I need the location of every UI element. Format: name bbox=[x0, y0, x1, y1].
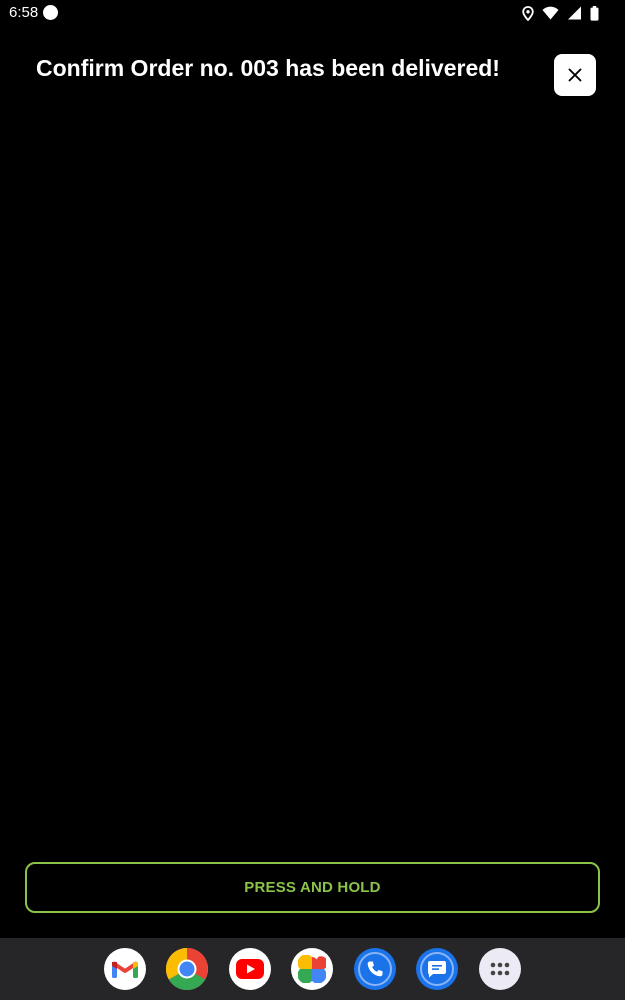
close-icon bbox=[568, 68, 582, 82]
wifi-icon bbox=[542, 6, 559, 20]
signal-icon bbox=[568, 6, 581, 20]
youtube-icon[interactable] bbox=[229, 948, 271, 990]
messages-icon[interactable] bbox=[416, 948, 458, 990]
page-title: Confirm Order no. 003 has been delivered… bbox=[36, 55, 500, 81]
notification-dot-icon bbox=[43, 5, 58, 20]
gmail-icon[interactable] bbox=[104, 948, 146, 990]
phone-icon[interactable] bbox=[354, 948, 396, 990]
close-button[interactable] bbox=[554, 54, 596, 96]
press-and-hold-label: PRESS AND HOLD bbox=[244, 879, 381, 896]
status-bar: 6:58 bbox=[0, 0, 625, 26]
status-icons bbox=[522, 5, 599, 21]
app-dock bbox=[0, 938, 625, 1000]
chrome-icon[interactable] bbox=[166, 948, 208, 990]
press-and-hold-button[interactable]: PRESS AND HOLD bbox=[25, 862, 600, 913]
location-icon bbox=[522, 5, 534, 21]
battery-icon bbox=[590, 5, 599, 21]
app-drawer-icon[interactable] bbox=[479, 948, 521, 990]
status-time: 6:58 bbox=[9, 4, 39, 21]
photos-icon[interactable] bbox=[291, 948, 333, 990]
